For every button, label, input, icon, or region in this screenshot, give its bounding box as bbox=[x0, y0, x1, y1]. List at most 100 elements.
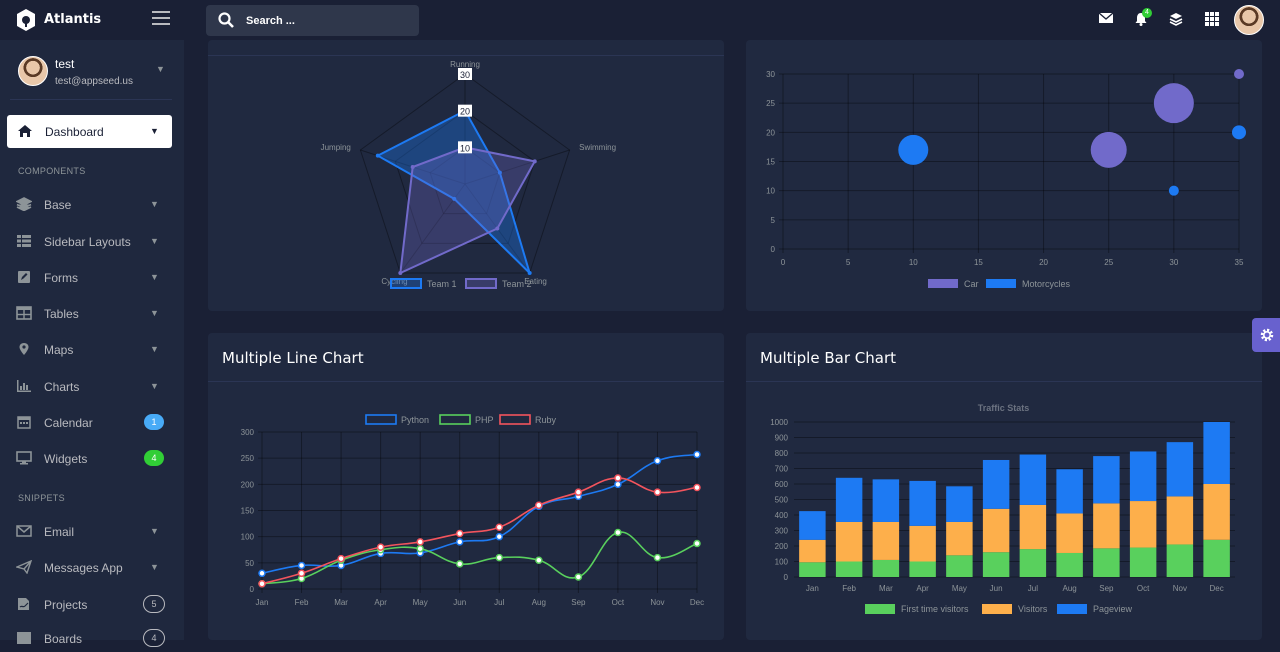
y-tick-label: 25 bbox=[766, 99, 775, 108]
sidebar-item-tables[interactable]: Tables ▼ bbox=[16, 303, 166, 327]
bar-segment bbox=[835, 477, 863, 522]
brand-name[interactable]: Atlantis bbox=[44, 12, 101, 27]
bar-segment bbox=[1093, 456, 1120, 504]
radar-chart-card: 302010RunningSwimmingEatingCyclingJumpin… bbox=[208, 40, 724, 311]
line-point bbox=[455, 538, 464, 546]
gear-icon bbox=[1260, 328, 1274, 342]
x-tick-label: Aug bbox=[532, 598, 546, 607]
bar-chart-card: Multiple Bar Chart Traffic Stats 0 100 200 3… bbox=[746, 333, 1262, 640]
line-point bbox=[693, 483, 701, 492]
caret-down-icon: ▼ bbox=[150, 308, 159, 318]
legend-swatch bbox=[986, 279, 1016, 288]
bar-segment bbox=[1056, 552, 1083, 577]
bar-segment bbox=[799, 562, 826, 577]
envelope-icon[interactable] bbox=[1098, 12, 1114, 28]
sidebar-item-label: Boards bbox=[44, 632, 83, 646]
legend-swatch bbox=[439, 414, 471, 425]
y-tick-label: 0 bbox=[250, 585, 255, 594]
caret-down-icon: ▼ bbox=[150, 381, 159, 391]
y-tick-label: 800 bbox=[775, 449, 789, 458]
calendar-icon bbox=[16, 415, 32, 429]
sidebar-item-messages-app[interactable]: Messages App ▼ bbox=[14, 557, 166, 581]
th-icon[interactable] bbox=[1204, 12, 1220, 28]
legend-swatch bbox=[365, 414, 397, 425]
radar-category-label: Jumping bbox=[321, 143, 351, 152]
paper-plane-icon bbox=[14, 559, 33, 575]
x-tick-label: Oct bbox=[1137, 584, 1150, 593]
settings-toggle[interactable] bbox=[1252, 318, 1280, 352]
layers-icon[interactable] bbox=[1168, 12, 1184, 28]
bar-segment bbox=[1166, 544, 1194, 577]
menu-toggle-icon[interactable] bbox=[152, 11, 170, 27]
board-icon bbox=[16, 631, 32, 645]
legend-label: Motorcycles bbox=[1022, 279, 1071, 289]
y-tick-label: 600 bbox=[775, 480, 789, 489]
bar-segment bbox=[1093, 548, 1120, 577]
line-point bbox=[653, 553, 662, 562]
legend-label: Ruby bbox=[535, 415, 557, 425]
legend-label: Pageview bbox=[1093, 604, 1133, 614]
legend-swatch bbox=[390, 278, 422, 289]
logo-icon[interactable] bbox=[16, 8, 36, 32]
x-tick-label: Nov bbox=[1173, 584, 1187, 593]
y-tick-label: 0 bbox=[784, 573, 789, 582]
line-point bbox=[455, 529, 464, 538]
line-series-php bbox=[261, 531, 698, 585]
sidebar-item-maps[interactable]: Maps ▼ bbox=[16, 339, 166, 363]
x-tick-label: 30 bbox=[1169, 258, 1178, 267]
search-input[interactable] bbox=[246, 13, 406, 29]
sidebar-item-calendar[interactable]: Calendar 1 bbox=[16, 412, 166, 436]
map-marker-icon bbox=[16, 342, 32, 356]
radar-tick-label: 30 bbox=[460, 70, 470, 80]
sidebar-item-label: Forms bbox=[44, 271, 78, 285]
y-tick-label: 30 bbox=[766, 70, 775, 79]
sidebar-item-forms[interactable]: Forms ▼ bbox=[16, 267, 166, 291]
avatar[interactable] bbox=[1234, 5, 1264, 35]
bar-segment bbox=[1056, 469, 1083, 514]
bar-segment bbox=[1093, 503, 1120, 549]
sidebar-item-projects[interactable]: Projects 5 bbox=[16, 594, 166, 618]
th-list-icon bbox=[16, 234, 32, 248]
legend-swatch bbox=[499, 414, 531, 425]
radar-category-label: Running bbox=[450, 60, 480, 69]
x-tick-label: 20 bbox=[1039, 258, 1048, 267]
bar-segment bbox=[799, 539, 826, 563]
sidebar-item-base[interactable]: Base ▼ bbox=[15, 194, 166, 218]
sidebar-item-email[interactable]: Email ▼ bbox=[16, 521, 166, 545]
line-point bbox=[258, 569, 266, 578]
sidebar-item-sidebar-layouts[interactable]: Sidebar Layouts ▼ bbox=[16, 231, 166, 255]
user-profile[interactable]: test test@appseed.us ▼ bbox=[18, 54, 178, 90]
sidebar-item-dashboard[interactable]: Dashboard ▼ bbox=[7, 115, 172, 148]
caret-down-icon: ▼ bbox=[150, 562, 159, 572]
bubble-point bbox=[1234, 69, 1244, 79]
bar-segment bbox=[1019, 549, 1047, 577]
x-tick-label: Feb bbox=[842, 584, 856, 593]
bar-segment bbox=[946, 521, 973, 556]
x-tick-label: 0 bbox=[781, 258, 786, 267]
bubble-point bbox=[1168, 185, 1179, 196]
legend-label: Python bbox=[401, 415, 429, 425]
radar-chart: 302010RunningSwimmingEatingCyclingJumpin… bbox=[321, 60, 616, 289]
y-tick-label: 200 bbox=[241, 480, 255, 489]
sidebar-item-label: Tables bbox=[44, 307, 79, 321]
bar-segment bbox=[835, 521, 863, 562]
sidebar-item-label: Messages App bbox=[44, 561, 123, 575]
y-tick-label: 20 bbox=[766, 128, 775, 137]
x-tick-label: Jul bbox=[1028, 584, 1038, 593]
bubble-point bbox=[898, 134, 929, 165]
sidebar-item-boards[interactable]: Boards 4 bbox=[16, 628, 166, 652]
y-tick-label: 10 bbox=[766, 187, 775, 196]
sidebar-item-widgets[interactable]: Widgets 4 bbox=[16, 448, 166, 472]
x-tick-label: 35 bbox=[1235, 258, 1244, 267]
card-divider bbox=[746, 381, 1262, 382]
y-tick-label: 1000 bbox=[770, 418, 788, 427]
x-tick-label: Sep bbox=[571, 598, 586, 607]
line-point bbox=[614, 474, 622, 482]
x-tick-label: Dec bbox=[1210, 584, 1224, 593]
bubble-chart: 0 5 10 15 20 25 30 35 0 5 10 15 20 25 30 Car Motorcycles bbox=[766, 69, 1246, 289]
search-icon[interactable] bbox=[218, 12, 234, 28]
line-point bbox=[258, 580, 266, 588]
bar-segment bbox=[835, 561, 863, 577]
sidebar-item-charts[interactable]: Charts ▼ bbox=[16, 376, 166, 400]
bar-segment bbox=[1203, 539, 1230, 577]
